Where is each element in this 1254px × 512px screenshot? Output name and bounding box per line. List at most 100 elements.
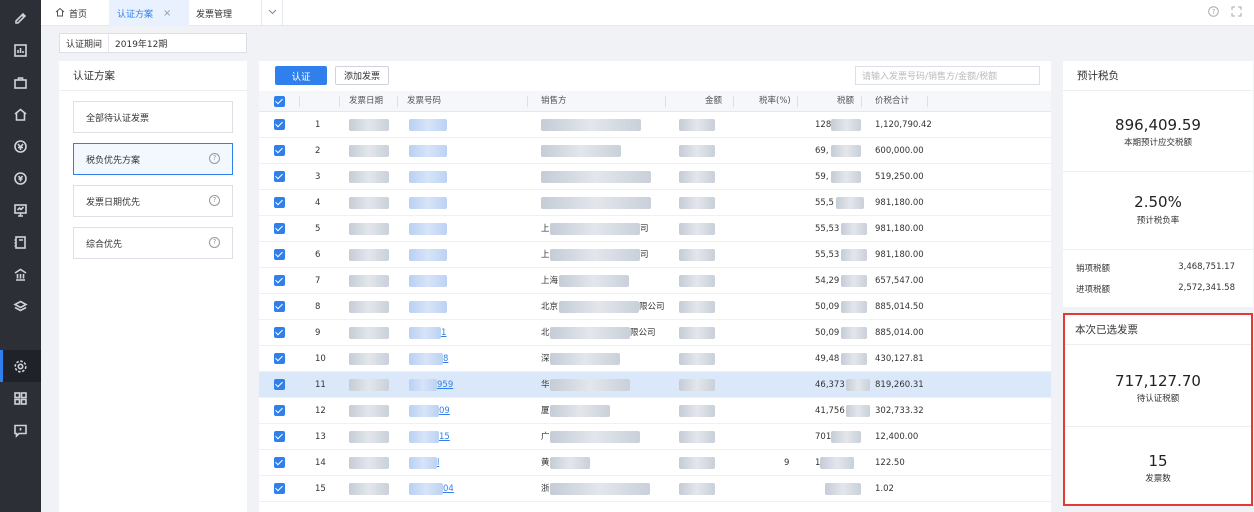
invoice-number-tail[interactable]: l <box>437 450 439 476</box>
row-checkbox[interactable] <box>274 405 285 416</box>
redacted-invoice-number <box>409 483 443 495</box>
edit-icon[interactable] <box>0 2 41 34</box>
column-header[interactable]: 税额 <box>837 91 854 112</box>
row-checkbox[interactable] <box>274 145 285 156</box>
report-icon[interactable] <box>0 34 41 66</box>
row-checkbox[interactable] <box>274 301 285 312</box>
row-checkbox[interactable] <box>274 249 285 260</box>
table-row[interactable]: 2 69, 600,000.00 <box>259 138 1051 164</box>
search-input[interactable]: 请输入发票号码/销售方/金额/税额 <box>855 66 1040 85</box>
table-row[interactable]: 1 128 1,120,790.42 <box>259 112 1051 138</box>
redacted-invoice-number <box>409 431 439 443</box>
close-icon[interactable]: × <box>163 8 171 19</box>
add-invoice-button[interactable]: 添加发票 <box>335 66 389 85</box>
tab-invoice-manage[interactable]: 发票管理 <box>196 0 252 26</box>
redacted-invoice-number <box>409 353 443 365</box>
invoice-number-tail[interactable]: 15 <box>439 424 450 450</box>
plan-comprehensive[interactable]: 综合优先 ? <box>73 227 233 259</box>
table-row[interactable]: 14 l 黄 9 1 122.50 <box>259 450 1051 476</box>
grid-icon[interactable] <box>0 382 41 414</box>
row-checkbox[interactable] <box>274 119 285 130</box>
column-header[interactable]: 发票日期 <box>349 91 383 112</box>
seller-prefix: 上 <box>541 250 550 260</box>
row-checkbox[interactable] <box>274 431 285 442</box>
column-header[interactable]: 销售方 <box>541 91 567 112</box>
redacted-amount <box>679 431 715 443</box>
redacted-tax <box>846 405 871 417</box>
question-icon[interactable]: ? <box>209 153 220 164</box>
table-row[interactable]: 5 上 司 55,53 981,180.00 <box>259 216 1051 242</box>
plan-label: 全部待认证发票 <box>86 113 150 124</box>
question-icon[interactable]: ? <box>209 195 220 206</box>
plan-tax-priority[interactable]: 税负优先方案 ? <box>73 143 233 175</box>
table-row[interactable]: 13 15 广 701 12,400.00 <box>259 424 1051 450</box>
invoice-number-tail[interactable]: 8 <box>443 346 448 372</box>
redacted-date <box>349 197 389 209</box>
settings-icon[interactable] <box>0 350 41 382</box>
row-checkbox[interactable] <box>274 171 285 182</box>
table-row[interactable]: 15 04 浙 1.02 <box>259 476 1051 502</box>
home-icon[interactable] <box>0 98 41 130</box>
tab-home[interactable]: 首页 <box>55 0 103 26</box>
message-icon[interactable] <box>0 414 41 446</box>
table-row[interactable]: 6 上 司 55,53 981,180.00 <box>259 242 1051 268</box>
redacted-invoice-number <box>409 171 447 183</box>
input-tax-label: 进项税额 <box>1076 285 1111 295</box>
seller-prefix: 厦 <box>541 406 550 416</box>
table-row[interactable]: 8 北京 限公司 50,09 885,014.50 <box>259 294 1051 320</box>
redacted-invoice-number <box>409 457 437 469</box>
column-header[interactable]: 税率(%) <box>759 91 791 112</box>
total-amount: 981,180.00 <box>875 250 924 260</box>
redacted-seller <box>550 457 590 469</box>
pending-tax-label: 待认证税额 <box>1136 394 1180 404</box>
input-tax-value: 2,572,341.58 <box>1178 283 1235 293</box>
row-checkbox[interactable] <box>274 327 285 338</box>
row-checkbox[interactable] <box>274 457 285 468</box>
plan-label: 发票日期优先 <box>86 197 141 208</box>
briefcase-icon[interactable] <box>0 66 41 98</box>
payable-tax-label: 本期预计应交税额 <box>1123 138 1192 148</box>
tab-certify-plan[interactable]: 认证方案 × <box>109 0 189 26</box>
row-checkbox[interactable] <box>274 223 285 234</box>
invoice-number-tail[interactable]: 1 <box>441 320 446 346</box>
question-icon[interactable]: ? <box>209 237 220 248</box>
table-row[interactable]: 11 959 华 46,373 819,260.31 <box>259 372 1051 398</box>
table-row[interactable]: 4 55,5 981,180.00 <box>259 190 1051 216</box>
row-checkbox[interactable] <box>274 275 285 286</box>
column-header[interactable]: 价税合计 <box>875 91 909 112</box>
layers-icon[interactable] <box>0 290 41 322</box>
invoice-number-tail[interactable]: 04 <box>443 476 454 502</box>
tabs-dropdown-button[interactable] <box>261 0 283 26</box>
yen-icon[interactable] <box>0 162 41 194</box>
invoice-number-tail[interactable]: 959 <box>437 372 453 398</box>
column-header[interactable]: 金额 <box>705 91 722 112</box>
table-row[interactable]: 10 8 深 49,48 430,127.81 <box>259 346 1051 372</box>
table-row[interactable]: 9 1 北 限公司 50,09 885,014.00 <box>259 320 1051 346</box>
redacted-seller <box>559 275 629 287</box>
table-row[interactable]: 7 上海 54,29 657,547.00 <box>259 268 1051 294</box>
total-amount: 1,120,790.42 <box>875 120 932 130</box>
certify-button[interactable]: 认证 <box>275 66 327 85</box>
column-header[interactable]: 发票号码 <box>407 91 441 112</box>
row-checkbox[interactable] <box>274 353 285 364</box>
select-all-checkbox[interactable] <box>274 96 285 107</box>
row-checkbox[interactable] <box>274 379 285 390</box>
invoice-number-tail[interactable]: 09 <box>439 398 450 424</box>
fullscreen-icon[interactable] <box>1231 6 1242 20</box>
table-row[interactable]: 3 59, 519,250.00 <box>259 164 1051 190</box>
redacted-date <box>349 223 389 235</box>
row-checkbox[interactable] <box>274 483 285 494</box>
tax-amount: 69, <box>815 146 829 156</box>
tax-icon[interactable] <box>0 130 41 162</box>
building-icon[interactable] <box>0 258 41 290</box>
tab-label: 首页 <box>69 9 88 20</box>
plan-date-priority[interactable]: 发票日期优先 ? <box>73 185 233 217</box>
ledger-icon[interactable] <box>0 226 41 258</box>
help-icon[interactable]: ? <box>1208 6 1219 20</box>
row-checkbox[interactable] <box>274 197 285 208</box>
forecast-panel: 预计税负 896,409.59 本期预计应交税额 2.50% 预计税负率 销项税… <box>1063 61 1253 307</box>
table-row[interactable]: 12 09 厦 41,756 302,733.32 <box>259 398 1051 424</box>
plan-all-pending[interactable]: 全部待认证发票 <box>73 101 233 133</box>
period-selector[interactable]: 认证期间 2019年12期 <box>59 33 247 53</box>
monitor-icon[interactable] <box>0 194 41 226</box>
